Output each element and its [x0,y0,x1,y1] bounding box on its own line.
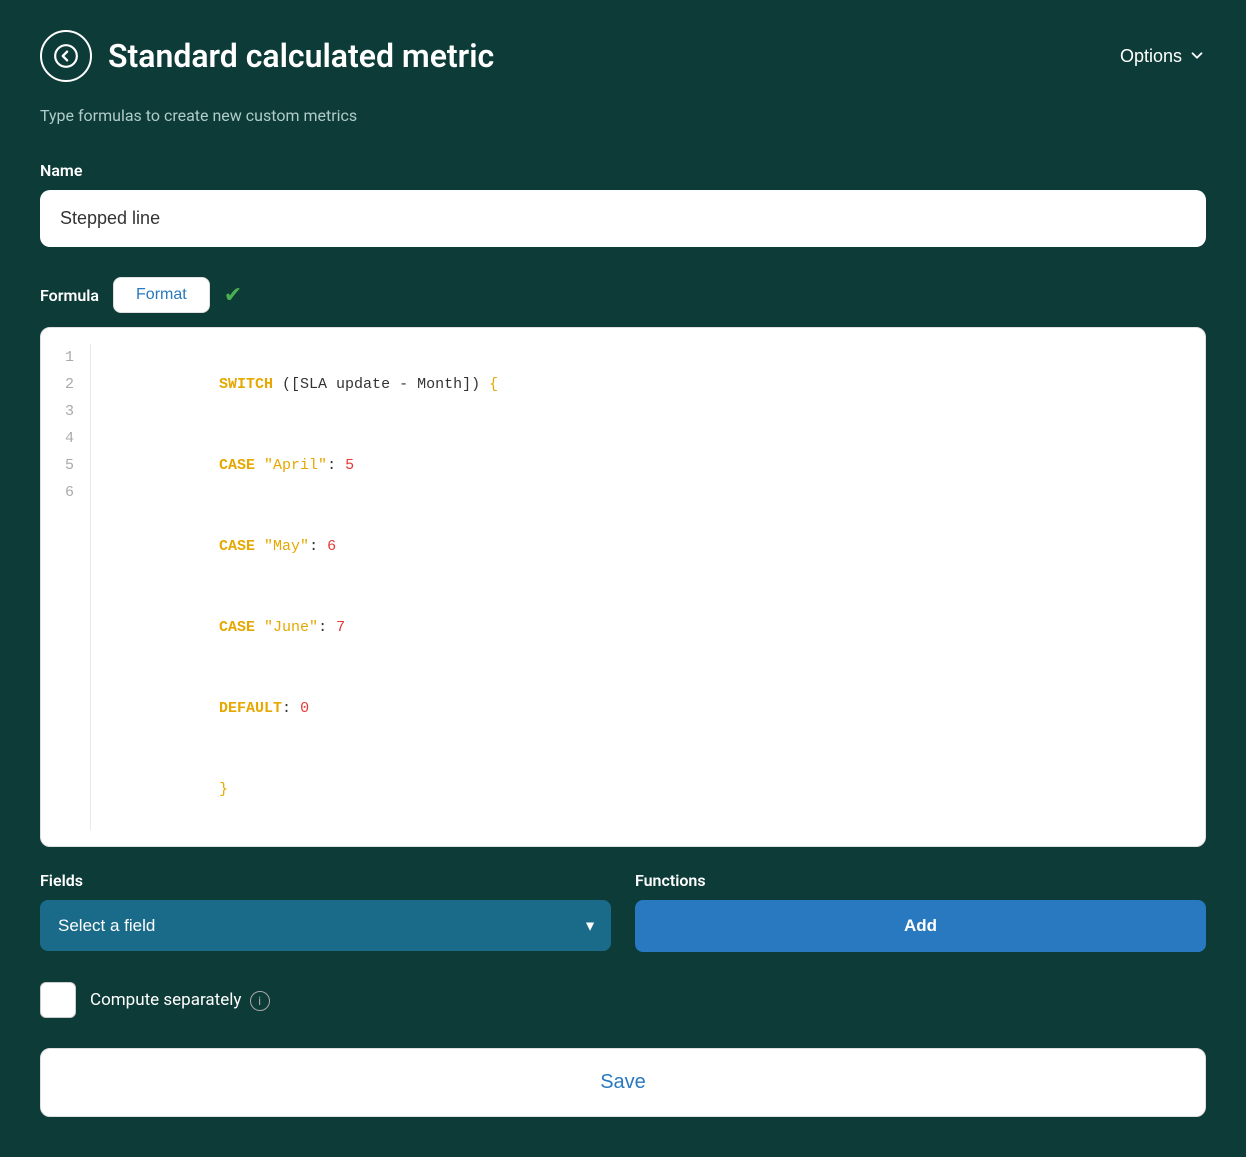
format-button[interactable]: Format [113,277,210,313]
code-line-4: CASE "June": 7 [111,587,498,668]
functions-label: Functions [635,871,1206,890]
formula-header: Formula Format ✔ [40,277,1206,313]
code-content: SWITCH ([SLA update - Month]) { CASE "Ap… [91,344,518,830]
fields-label: Fields [40,871,611,890]
compute-label: Compute separately i [90,990,270,1011]
fields-functions-section: Fields Select a field SLA update - Month… [40,871,1206,952]
name-label: Name [40,161,1206,180]
code-line-2: CASE "April": 5 [111,425,498,506]
add-button[interactable]: Add [635,900,1206,952]
code-line-6: } [111,749,498,830]
name-section: Name [40,161,1206,247]
check-icon: ✔ [224,283,242,308]
code-line-5: DEFAULT: 0 [111,668,498,749]
formula-label: Formula [40,286,99,305]
chevron-down-icon [1188,47,1206,65]
compute-checkbox[interactable] [40,982,76,1018]
field-select[interactable]: Select a field SLA update - Month Date S… [40,900,611,951]
code-editor[interactable]: 1 2 3 4 5 6 SWITCH ([SLA update - Month]… [40,327,1206,847]
compute-section: Compute separately i [40,982,1206,1018]
options-label: Options [1120,46,1182,67]
back-button[interactable] [40,30,92,82]
save-button[interactable]: Save [40,1048,1206,1117]
name-input[interactable] [40,190,1206,247]
select-wrapper: Select a field SLA update - Month Date S… [40,900,611,951]
header: Standard calculated metric Options [40,30,1206,82]
code-lines: 1 2 3 4 5 6 SWITCH ([SLA update - Month]… [41,328,1205,846]
code-line-3: CASE "May": 6 [111,506,498,587]
page-title: Standard calculated metric [108,37,494,75]
formula-section: Formula Format ✔ 1 2 3 4 5 6 SWITCH ([SL… [40,277,1206,847]
code-line-1: SWITCH ([SLA update - Month]) { [111,344,498,425]
functions-column: Functions Add [635,871,1206,952]
header-left: Standard calculated metric [40,30,494,82]
subtitle: Type formulas to create new custom metri… [40,106,1206,125]
info-icon[interactable]: i [250,991,270,1011]
line-numbers: 1 2 3 4 5 6 [41,344,91,830]
fields-column: Fields Select a field SLA update - Month… [40,871,611,952]
options-button[interactable]: Options [1120,46,1206,67]
